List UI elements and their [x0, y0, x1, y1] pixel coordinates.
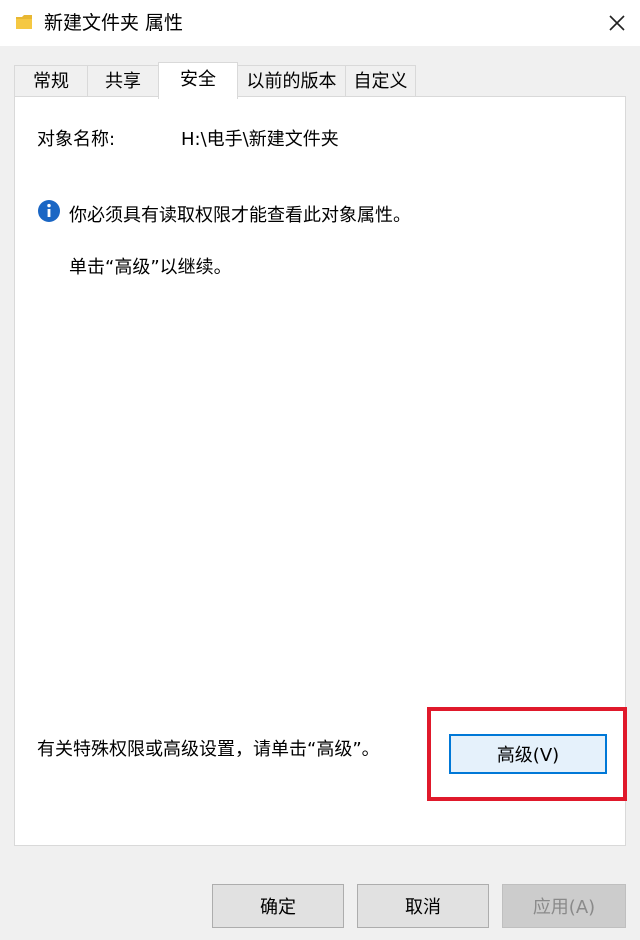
info-icon	[38, 200, 60, 222]
advanced-description: 有关特殊权限或高级设置，请单击“高级”。	[37, 739, 380, 760]
object-name-label: 对象名称:	[37, 129, 116, 150]
title-bar: 新建文件夹 属性	[0, 0, 640, 46]
window-title: 新建文件夹 属性	[44, 12, 184, 34]
tab-sharing[interactable]: 共享	[87, 65, 159, 97]
tab-customize[interactable]: 自定义	[345, 65, 416, 97]
cancel-button[interactable]: 取消	[357, 884, 489, 928]
tab-general[interactable]: 常规	[14, 65, 88, 97]
security-panel: 对象名称: H:\电手\新建文件夹 你必须具有读取权限才能查看此对象属性。 单击…	[14, 96, 627, 846]
close-icon	[609, 15, 625, 31]
apply-button: 应用(A)	[502, 884, 626, 928]
tab-previous-versions[interactable]: 以前的版本	[237, 65, 346, 97]
close-button[interactable]	[594, 0, 640, 46]
advanced-button[interactable]: 高级(V)	[449, 734, 607, 774]
folder-icon	[16, 15, 32, 29]
ok-button[interactable]: 确定	[212, 884, 344, 928]
continue-message: 单击“高级”以继续。	[69, 257, 232, 278]
object-name-value: H:\电手\新建文件夹	[181, 129, 339, 150]
info-message: 你必须具有读取权限才能查看此对象属性。	[69, 205, 411, 226]
tab-security[interactable]: 安全	[158, 62, 238, 99]
tab-strip: 常规 共享 安全 以前的版本 自定义	[14, 62, 626, 99]
